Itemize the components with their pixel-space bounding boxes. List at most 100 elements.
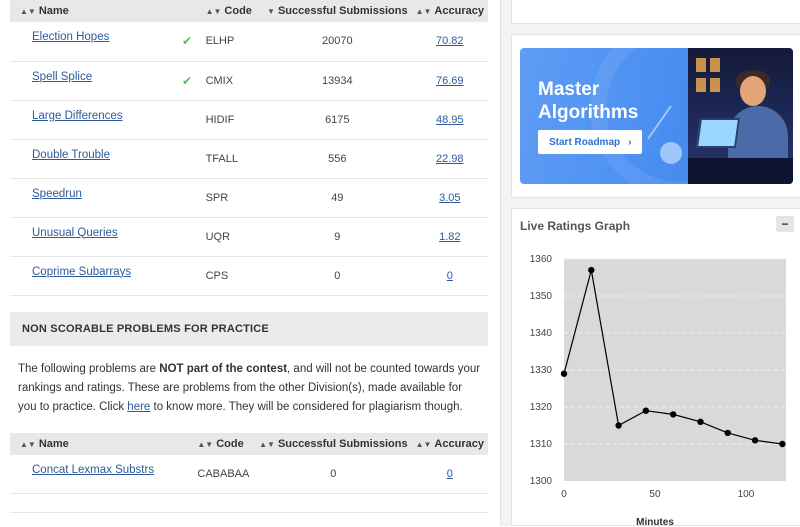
minimize-button[interactable]: − bbox=[776, 216, 794, 232]
problem-code: CABABAA bbox=[193, 454, 256, 494]
accuracy-link[interactable]: 22.98 bbox=[436, 153, 464, 165]
code-column-header[interactable]: ▲▼ Code bbox=[193, 433, 255, 455]
sort-icon: ▲▼ bbox=[415, 7, 432, 16]
table-row: Speedrun SPR 49 3.05 bbox=[10, 178, 488, 218]
problem-code: TFALL bbox=[201, 139, 264, 179]
empty-cell bbox=[172, 217, 202, 257]
empty-cell bbox=[172, 178, 202, 218]
plot-area bbox=[564, 259, 786, 481]
problem-code: SPR bbox=[201, 178, 264, 218]
data-point[interactable] bbox=[697, 418, 704, 425]
problem-link[interactable]: Double Trouble bbox=[32, 149, 110, 161]
table-row: Election Hopes ✔ ELHP 20070 70.82 bbox=[10, 22, 488, 62]
contest-problems-panel: ▲▼ Name ▲▼ Code ▼ Successful Submissions ▲▼… bbox=[0, 0, 500, 526]
problem-link[interactable]: Unusual Queries bbox=[32, 227, 118, 239]
practice-table: ▲▼ Name ▲▼ Code ▲▼ Successful Submissions ▲… bbox=[10, 432, 488, 494]
accuracy-column-header[interactable]: ▲▼ Accuracy bbox=[412, 433, 488, 455]
problems-table-body: Election Hopes ✔ ELHP 20070 70.82 Spell Splic… bbox=[10, 22, 488, 296]
practice-table-body: Concat Lexmax Substrs CABABAA 0 0 bbox=[10, 454, 488, 494]
accuracy-link[interactable]: 1.82 bbox=[439, 231, 460, 243]
sort-icon: ▲▼ bbox=[20, 439, 36, 449]
data-point[interactable] bbox=[724, 429, 731, 437]
right-sidebar: Master Algorithms Start Roadmap › Live R… bbox=[500, 0, 800, 527]
data-point[interactable] bbox=[669, 411, 677, 418]
table-row: Large Differences HIDIF 6175 48.95 bbox=[10, 100, 488, 140]
ratings-line-chart: 13001310132013301340135013600 50 100Minute… bbox=[530, 254, 786, 527]
accuracy-link[interactable]: 48.95 bbox=[436, 114, 464, 126]
submission-count: 20070 bbox=[263, 22, 412, 62]
submissions-column-header[interactable]: ▲▼ Successful Submissions bbox=[255, 433, 411, 455]
submission-count: 0 bbox=[255, 454, 412, 494]
table-row: Double Trouble TFALL 556 22.98 bbox=[10, 139, 488, 179]
problem-link[interactable]: Concat Lexmax Substrs bbox=[32, 464, 154, 476]
y-tick-label: 1350 bbox=[530, 291, 553, 302]
graph-title: Live Ratings Graph bbox=[520, 219, 631, 233]
problem-code: CPS bbox=[201, 256, 264, 296]
submission-count: 0 bbox=[263, 256, 412, 296]
problem-link[interactable]: Coprime Subarrays bbox=[32, 266, 131, 278]
live-ratings-card: Live Ratings Graph − 1300 1310 1320 1330 134… bbox=[511, 208, 800, 527]
accuracy-link[interactable]: 0 bbox=[447, 270, 453, 282]
data-point[interactable] bbox=[560, 370, 568, 377]
problem-link[interactable]: Speedrun bbox=[32, 188, 82, 200]
y-tick-label: 1310 bbox=[530, 439, 553, 450]
accuracy-link[interactable]: 70.82 bbox=[436, 35, 464, 47]
y-tick-label: 1340 bbox=[530, 328, 553, 339]
name-column-header[interactable]: ▲▼ Name bbox=[10, 433, 166, 455]
problem-code: HIDIF bbox=[201, 100, 264, 140]
empty-cell bbox=[172, 100, 202, 140]
submission-count: 49 bbox=[263, 178, 412, 218]
coder-illustration bbox=[688, 48, 793, 184]
accuracy-link[interactable]: 3.05 bbox=[439, 192, 460, 204]
start-roadmap-button[interactable]: Start Roadmap › bbox=[538, 130, 643, 154]
sort-icon: ▲▼ bbox=[259, 439, 275, 449]
learn-more-link[interactable]: here bbox=[127, 401, 150, 413]
promo-banner[interactable]: Master Algorithms Start Roadmap › bbox=[520, 48, 793, 184]
submission-count: 9 bbox=[263, 217, 412, 257]
y-tick-label: 1330 bbox=[530, 365, 553, 376]
chevron-right-icon: › bbox=[628, 136, 632, 148]
sort-icon: ▲▼ bbox=[205, 7, 222, 16]
sort-icon: ▲▼ bbox=[197, 439, 214, 449]
accuracy-column-header[interactable]: ▲▼ Accuracy bbox=[412, 0, 488, 22]
submissions-column-header[interactable]: ▼ Successful Submissions bbox=[263, 0, 412, 22]
y-tick-label: 1360 bbox=[530, 254, 553, 265]
y-tick-label: 1320 bbox=[530, 402, 553, 413]
accuracy-link[interactable]: 0 bbox=[447, 468, 453, 480]
submission-count: 556 bbox=[263, 139, 412, 179]
sidebar-top-card bbox=[511, 0, 800, 24]
promo-card: Master Algorithms Start Roadmap › bbox=[511, 34, 800, 198]
code-column-header[interactable]: ▲▼ Code bbox=[202, 0, 263, 22]
problem-link[interactable]: Spell Splice bbox=[32, 71, 92, 83]
x-tick-label: 0 bbox=[561, 489, 567, 500]
table-row: Unusual Queries UQR 9 1.82 bbox=[10, 217, 488, 257]
data-point[interactable] bbox=[751, 437, 759, 444]
sort-desc-icon: ▼ bbox=[267, 7, 275, 16]
decorative-node bbox=[660, 142, 682, 164]
problem-link[interactable]: Large Differences bbox=[32, 110, 123, 122]
x-tick-label: 100 bbox=[738, 489, 755, 500]
y-tick-label: 1300 bbox=[530, 476, 553, 487]
laptop-icon bbox=[695, 118, 741, 148]
problems-table: ▲▼ Name ▲▼ Code ▼ Successful Submissions ▲▼… bbox=[10, 0, 488, 296]
checkmark-icon: ✔ bbox=[172, 61, 202, 101]
table-row: Concat Lexmax Substrs CABABAA 0 0 bbox=[10, 454, 488, 494]
submission-count: 13934 bbox=[263, 61, 412, 101]
checkmark-icon: ✔ bbox=[172, 22, 202, 62]
data-point[interactable] bbox=[615, 422, 622, 429]
data-point[interactable] bbox=[642, 407, 650, 414]
problems-table-header: ▲▼ Name ▲▼ Code ▼ Successful Submissions ▲▼… bbox=[10, 0, 488, 22]
data-point[interactable] bbox=[779, 440, 786, 448]
empty-cell bbox=[172, 256, 202, 296]
data-point[interactable] bbox=[588, 266, 595, 274]
table-row: Coprime Subarrays CPS 0 0 bbox=[10, 256, 488, 296]
practice-description: The following problems are NOT part of t… bbox=[18, 362, 481, 413]
submission-count: 6175 bbox=[263, 100, 412, 140]
problem-code: CMIX bbox=[201, 61, 264, 101]
accuracy-link[interactable]: 76.69 bbox=[436, 75, 464, 87]
problem-code: ELHP bbox=[201, 22, 264, 62]
x-tick-label: 50 bbox=[649, 489, 661, 500]
problem-link[interactable]: Election Hopes bbox=[32, 31, 109, 43]
name-column-header[interactable]: ▲▼ Name bbox=[10, 0, 172, 22]
practice-table-header: ▲▼ Name ▲▼ Code ▲▼ Successful Submissions ▲… bbox=[10, 432, 488, 455]
